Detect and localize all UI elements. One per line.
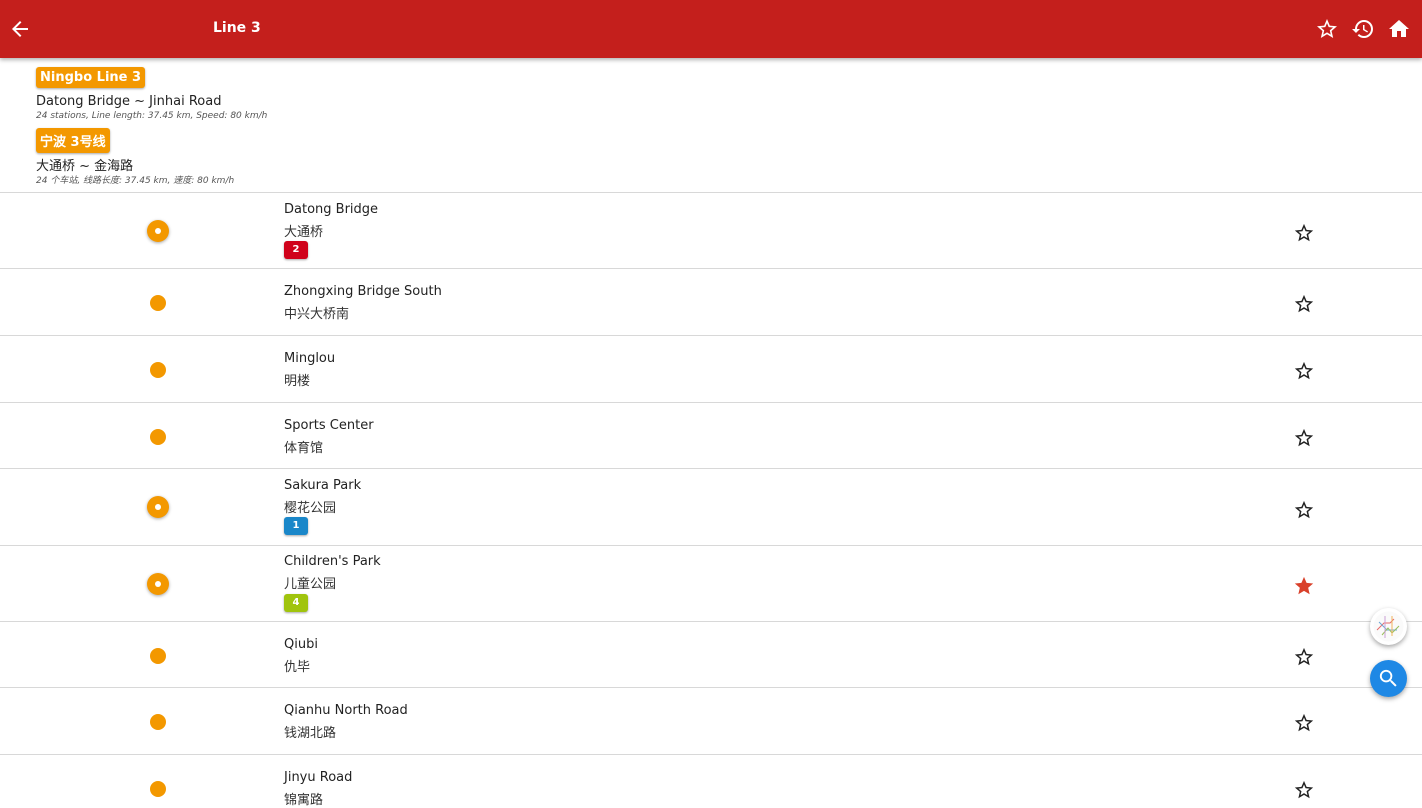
- station-name: Datong Bridge: [284, 202, 379, 217]
- station-marker-icon: [150, 362, 166, 378]
- transfer-station-marker-icon: [147, 496, 169, 518]
- station-marker-icon: [150, 295, 166, 311]
- transfer-station-marker-icon: [147, 573, 169, 595]
- search-icon: [1379, 669, 1397, 687]
- favorite-star-icon[interactable]: [1293, 499, 1315, 521]
- favorite-star-icon[interactable]: [1293, 712, 1315, 734]
- station-row[interactable]: Minglou 明楼: [0, 336, 1422, 403]
- station-name: Minglou: [284, 351, 336, 366]
- station-name-zh: 樱花公园: [284, 501, 337, 516]
- app-bar: Line 3: [0, 0, 1422, 58]
- station-name: Children's Park: [284, 554, 381, 569]
- station-name-zh: 儿童公园: [284, 577, 337, 592]
- line-badge-zh: 宁波 3号线: [36, 128, 110, 153]
- back-arrow-icon[interactable]: [8, 17, 32, 41]
- station-row[interactable]: Sakura Park 樱花公园 1: [0, 469, 1422, 546]
- station-row[interactable]: Sports Center 体育馆: [0, 403, 1422, 469]
- station-name-zh: 仇毕: [284, 660, 311, 675]
- metro-map-icon: [1373, 611, 1404, 642]
- station-name-zh: 体育馆: [284, 441, 324, 456]
- transfer-line-badge: 1: [284, 517, 308, 535]
- favorite-star-icon[interactable]: [1293, 427, 1315, 449]
- station-name: Jinyu Road: [284, 770, 353, 785]
- station-name: Qianhu North Road: [284, 703, 408, 718]
- station-name: Qiubi: [284, 637, 318, 652]
- line-info-header: Ningbo Line 3 Datong Bridge ~ Jinhai Roa…: [0, 58, 1422, 193]
- station-marker-icon: [150, 714, 166, 730]
- favorite-star-filled-icon[interactable]: [1293, 575, 1315, 597]
- favorite-star-icon[interactable]: [1293, 779, 1315, 801]
- station-name: Sakura Park: [284, 478, 362, 493]
- station-row[interactable]: Jinyu Road 锦寓路: [0, 755, 1422, 808]
- station-name-zh: 锦寓路: [284, 793, 324, 808]
- favorite-star-icon[interactable]: [1293, 646, 1315, 668]
- station-row[interactable]: Zhongxing Bridge South 中兴大桥南: [0, 269, 1422, 336]
- line-meta-en: 24 stations, Line length: 37.45 km, Spee…: [36, 111, 268, 121]
- station-marker-icon: [150, 781, 166, 797]
- station-row[interactable]: Datong Bridge 大通桥 2: [0, 193, 1422, 269]
- line-badge-en: Ningbo Line 3: [36, 67, 146, 88]
- line-meta-zh: 24 个车站, 线路长度: 37.45 km, 速度: 80 km/h: [36, 176, 235, 186]
- line-route-en: Datong Bridge ~ Jinhai Road: [36, 94, 222, 109]
- station-name: Sports Center: [284, 418, 374, 433]
- line-route-zh: 大通桥 ~ 金海路: [36, 159, 134, 174]
- favorite-star-icon[interactable]: [1293, 222, 1315, 244]
- transfer-line-badge: 4: [284, 594, 308, 612]
- station-name-zh: 钱湖北路: [284, 726, 337, 741]
- page-title: Line 3: [213, 20, 261, 36]
- transfer-station-marker-icon: [147, 220, 169, 242]
- station-name-zh: 中兴大桥南: [284, 307, 350, 322]
- search-button[interactable]: [1370, 660, 1407, 697]
- station-row[interactable]: Qianhu North Road 钱湖北路: [0, 688, 1422, 755]
- favorite-star-icon[interactable]: [1293, 293, 1315, 315]
- transfer-line-badge: 2: [284, 241, 308, 259]
- star-outline-icon[interactable]: [1315, 17, 1339, 41]
- station-marker-icon: [150, 429, 166, 445]
- station-row[interactable]: Children's Park 儿童公园 4: [0, 546, 1422, 622]
- station-name: Zhongxing Bridge South: [284, 284, 442, 299]
- station-name-zh: 明楼: [284, 374, 311, 389]
- station-row[interactable]: Qiubi 仇毕: [0, 622, 1422, 688]
- metro-map-button[interactable]: [1370, 608, 1407, 645]
- history-icon[interactable]: [1351, 17, 1375, 41]
- home-icon[interactable]: [1387, 17, 1411, 41]
- station-marker-icon: [150, 648, 166, 664]
- station-name-zh: 大通桥: [284, 225, 324, 240]
- favorite-star-icon[interactable]: [1293, 360, 1315, 382]
